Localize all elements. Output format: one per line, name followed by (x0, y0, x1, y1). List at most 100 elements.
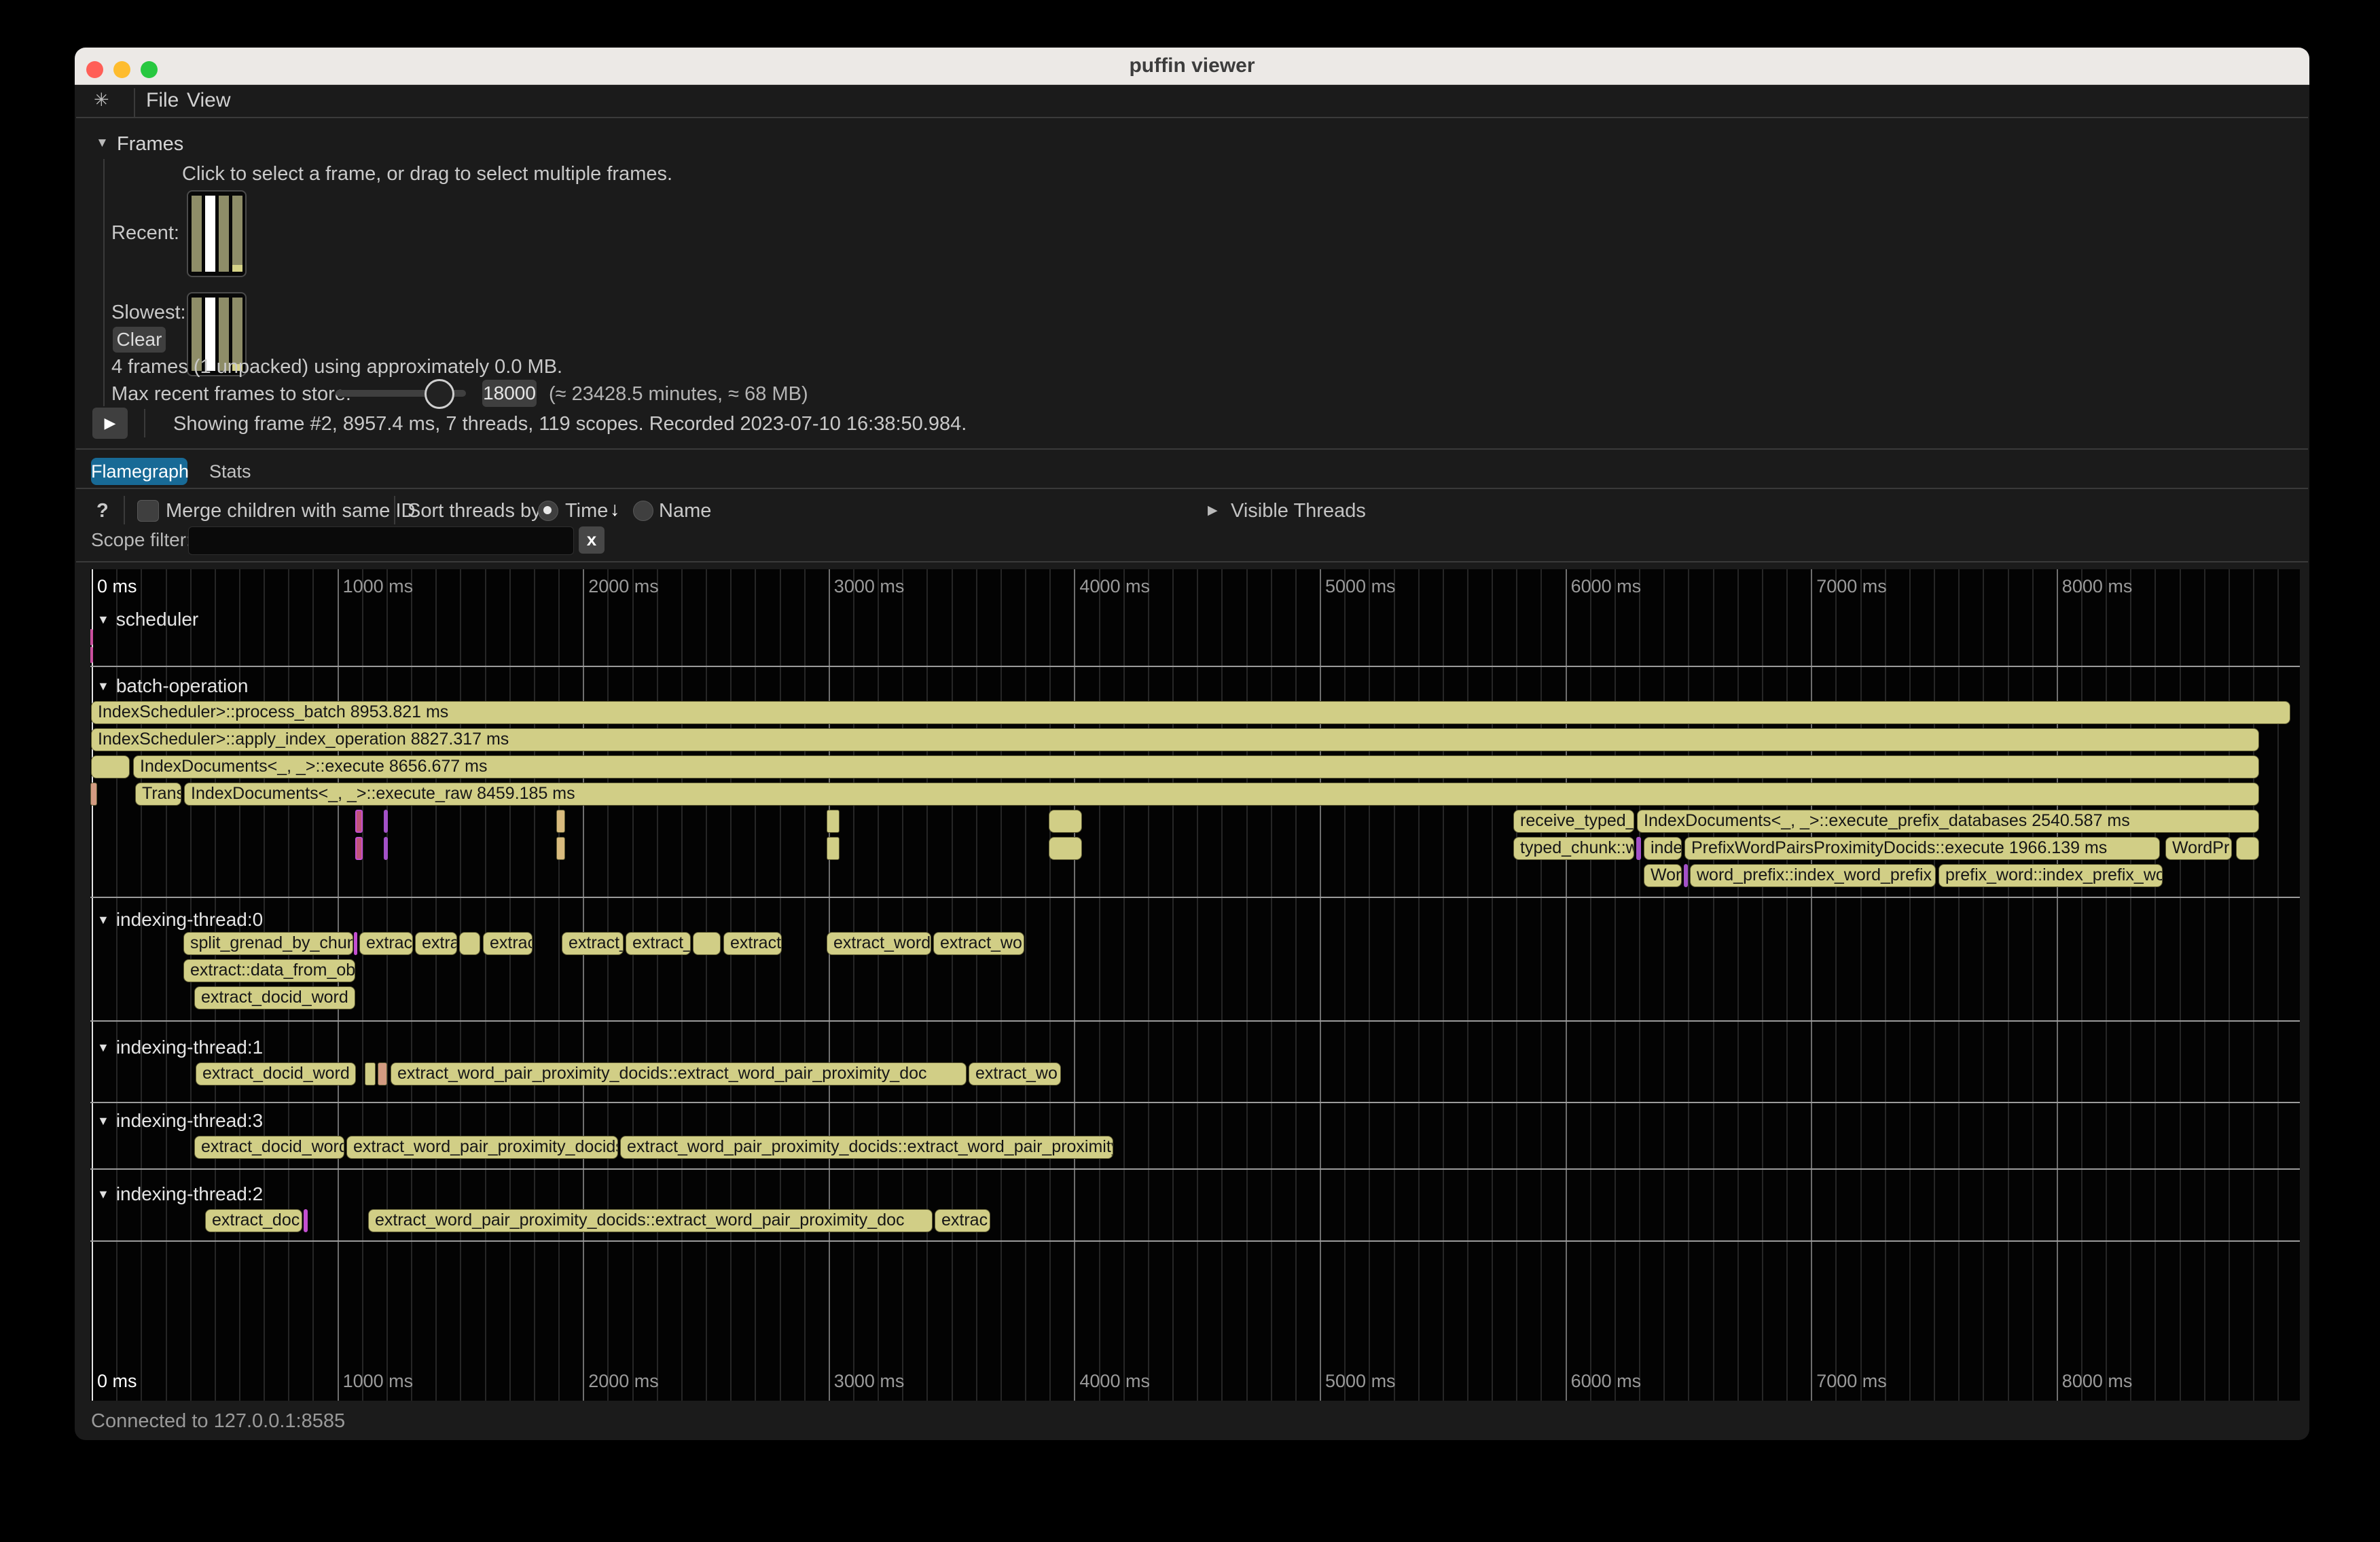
flamegraph-scope-bar[interactable] (459, 932, 480, 955)
flamegraph-scope-bar[interactable] (304, 1209, 308, 1232)
flamegraph-scope-bar[interactable] (365, 1062, 376, 1086)
flamegraph-scope-bar[interactable] (378, 1062, 387, 1086)
flamegraph-scope-bar[interactable]: extract_word_pair_proximity_docids::extr… (368, 1209, 933, 1232)
tab-stats[interactable]: Stats (209, 461, 251, 482)
flamegraph-scope-bar[interactable]: extract_word (827, 932, 931, 955)
flamegraph-scope-bar[interactable]: extract_w (626, 932, 691, 955)
flamegraph-scope-bar[interactable] (384, 810, 388, 833)
sort-time-label[interactable]: Time (565, 500, 608, 522)
flamegraph-scope-bar[interactable] (355, 810, 363, 833)
flamegraph-scope-bar[interactable] (556, 810, 565, 833)
flamegraph-canvas[interactable]: 0 ms0 ms1000 ms1000 ms2000 ms2000 ms3000… (90, 569, 2300, 1401)
flamegraph-scope-bar[interactable]: IndexScheduler>::apply_index_operation 8… (91, 728, 2259, 751)
gridline (558, 569, 560, 1401)
sort-name-radio[interactable] (633, 501, 653, 521)
flamegraph-scope-bar[interactable] (90, 783, 97, 806)
play-button[interactable]: ▶ (92, 408, 128, 439)
menu-view[interactable]: View (187, 89, 230, 112)
visible-threads-collapse-icon[interactable]: ▶ (1208, 503, 1218, 518)
flamegraph-scope-bar[interactable]: word_prefix::index_word_prefix (1690, 864, 1936, 887)
flamegraph-scope-bar[interactable]: WordPr (2165, 837, 2232, 860)
flamegraph-scope-bar[interactable] (827, 837, 840, 860)
flamegraph-scope-bar[interactable]: extract_docid_word (194, 986, 355, 1009)
thread-collapse-icon[interactable]: ▼ (97, 613, 109, 626)
visible-threads-header[interactable]: Visible Threads (1231, 500, 1366, 522)
thread-header-indexing-thread:0[interactable]: ▼indexing-thread:0 (97, 909, 263, 931)
sort-time-radio[interactable] (538, 501, 558, 521)
sort-name-label[interactable]: Name (659, 500, 711, 522)
frames-header[interactable]: Frames (117, 133, 183, 156)
flamegraph-scope-bar[interactable]: extract_wo (933, 932, 1024, 955)
flamegraph-scope-bar[interactable]: Trans (135, 783, 181, 806)
max-frames-slider-knob[interactable] (425, 379, 454, 409)
axis-tick-label: 6000 ms (1571, 576, 1642, 597)
flamegraph-scope-bar[interactable]: extrac (935, 1209, 990, 1232)
thread-collapse-icon[interactable]: ▼ (97, 913, 109, 927)
flamegraph-scope-bar[interactable]: Word (1644, 864, 1682, 887)
flamegraph-scope-bar[interactable] (1049, 810, 1082, 833)
flamegraph-scope-bar[interactable]: extract (359, 932, 413, 955)
flamegraph-scope-bar[interactable]: extract_ (562, 932, 624, 955)
flamegraph-scope-bar[interactable] (693, 932, 721, 955)
thread-collapse-icon[interactable]: ▼ (97, 1114, 109, 1128)
flamegraph-scope-bar[interactable]: IndexDocuments<_, _>::execute_prefix_dat… (1637, 810, 2259, 833)
flamegraph-scope-bar[interactable]: PrefixWordPairsProximityDocids::execute … (1684, 837, 2160, 860)
frames-collapse-icon[interactable]: ▼ (96, 136, 109, 151)
flamegraph-scope-bar[interactable]: extract_word_pair_proximity_docids::extr… (391, 1062, 967, 1086)
scope-filter-input[interactable] (188, 526, 574, 555)
flamegraph-scope-bar[interactable]: extrac (483, 932, 533, 955)
app-menu-icon[interactable]: ✳ (94, 90, 109, 111)
thread-header-batch-operation[interactable]: ▼batch-operation (97, 675, 248, 697)
flamegraph-scope-bar[interactable] (90, 629, 93, 645)
thread-header-indexing-thread:2[interactable]: ▼indexing-thread:2 (97, 1183, 263, 1205)
flamegraph-scope-bar[interactable]: extract_wo (969, 1062, 1061, 1086)
flamegraph-scope-bar[interactable] (1049, 837, 1082, 860)
flamegraph-scope-bar[interactable] (354, 932, 357, 955)
sort-direction-arrow-icon[interactable]: ↓ (610, 499, 620, 521)
flamegraph-scope-bar[interactable]: extra (415, 932, 457, 955)
flamegraph-scope-bar[interactable]: IndexScheduler>::process_batch 8953.821 … (91, 701, 2290, 724)
flamegraph-scope-bar[interactable] (1684, 864, 1688, 887)
flamegraph-scope-bar[interactable] (384, 837, 388, 860)
flamegraph-scope-bar[interactable]: extract (723, 932, 782, 955)
clear-filter-button[interactable]: x (579, 526, 605, 554)
menu-file[interactable]: File (146, 89, 179, 112)
flamegraph-scope-bar[interactable]: prefix_word::index_prefix_wo (1939, 864, 2163, 887)
flamegraph-scope-bar[interactable] (90, 647, 93, 663)
flamegraph-scope-bar[interactable]: extract_docid_word (196, 1062, 356, 1086)
thread-header-scheduler[interactable]: ▼scheduler (97, 609, 198, 630)
thread-collapse-icon[interactable]: ▼ (97, 1187, 109, 1201)
flamegraph-scope-bar[interactable]: IndexDocuments<_, _>::execute_raw 8459.1… (184, 783, 2259, 806)
flamegraph-scope-bar[interactable]: index (1644, 837, 1682, 860)
thread-header-indexing-thread:1[interactable]: ▼indexing-thread:1 (97, 1037, 263, 1058)
flamegraph-scope-bar[interactable]: typed_chunk::w (1513, 837, 1634, 860)
thread-collapse-icon[interactable]: ▼ (97, 1041, 109, 1054)
flamegraph-scope-bar[interactable] (91, 755, 130, 778)
flamegraph-scope-bar[interactable]: receive_typed_ (1513, 810, 1634, 833)
help-button[interactable]: ? (96, 500, 109, 522)
axis-tick-label: 0 ms (97, 1371, 137, 1392)
gridline (780, 569, 781, 1401)
merge-children-checkbox[interactable] (137, 500, 159, 522)
flamegraph-scope-bar[interactable]: extract::data_from_ob (183, 959, 355, 982)
flamegraph-scope-bar[interactable]: split_grenad_by_chun (183, 932, 353, 955)
frame-thumbnail-stripe-tip (232, 265, 242, 272)
gridline (534, 569, 535, 1401)
flamegraph-scope-bar[interactable] (556, 837, 565, 860)
flamegraph-scope-bar[interactable]: IndexDocuments<_, _>::execute 8656.677 m… (133, 755, 2259, 778)
clear-frames-button[interactable]: Clear (113, 327, 166, 353)
tab-flamegraph[interactable]: Flamegraph (91, 458, 187, 485)
flamegraph-scope-bar[interactable]: extract_docid_word (194, 1136, 344, 1159)
flamegraph-scope-bar[interactable] (1636, 837, 1641, 860)
thread-collapse-icon[interactable]: ▼ (97, 679, 109, 693)
thread-header-indexing-thread:3[interactable]: ▼indexing-thread:3 (97, 1110, 263, 1132)
gridline (1221, 569, 1223, 1401)
flamegraph-scope-bar[interactable]: extract_word_pair_proximity_docids (346, 1136, 618, 1159)
flamegraph-scope-bar[interactable]: extract_word_pair_proximity_docids::extr… (620, 1136, 1113, 1159)
recent-frames-thumbnail[interactable] (187, 190, 247, 277)
flamegraph-scope-bar[interactable]: extract_doc (205, 1209, 302, 1232)
flamegraph-scope-bar[interactable] (2236, 837, 2259, 860)
flamegraph-scope-bar[interactable] (355, 837, 363, 860)
max-frames-value[interactable]: 18000 (482, 380, 537, 407)
flamegraph-scope-bar[interactable] (827, 810, 840, 833)
